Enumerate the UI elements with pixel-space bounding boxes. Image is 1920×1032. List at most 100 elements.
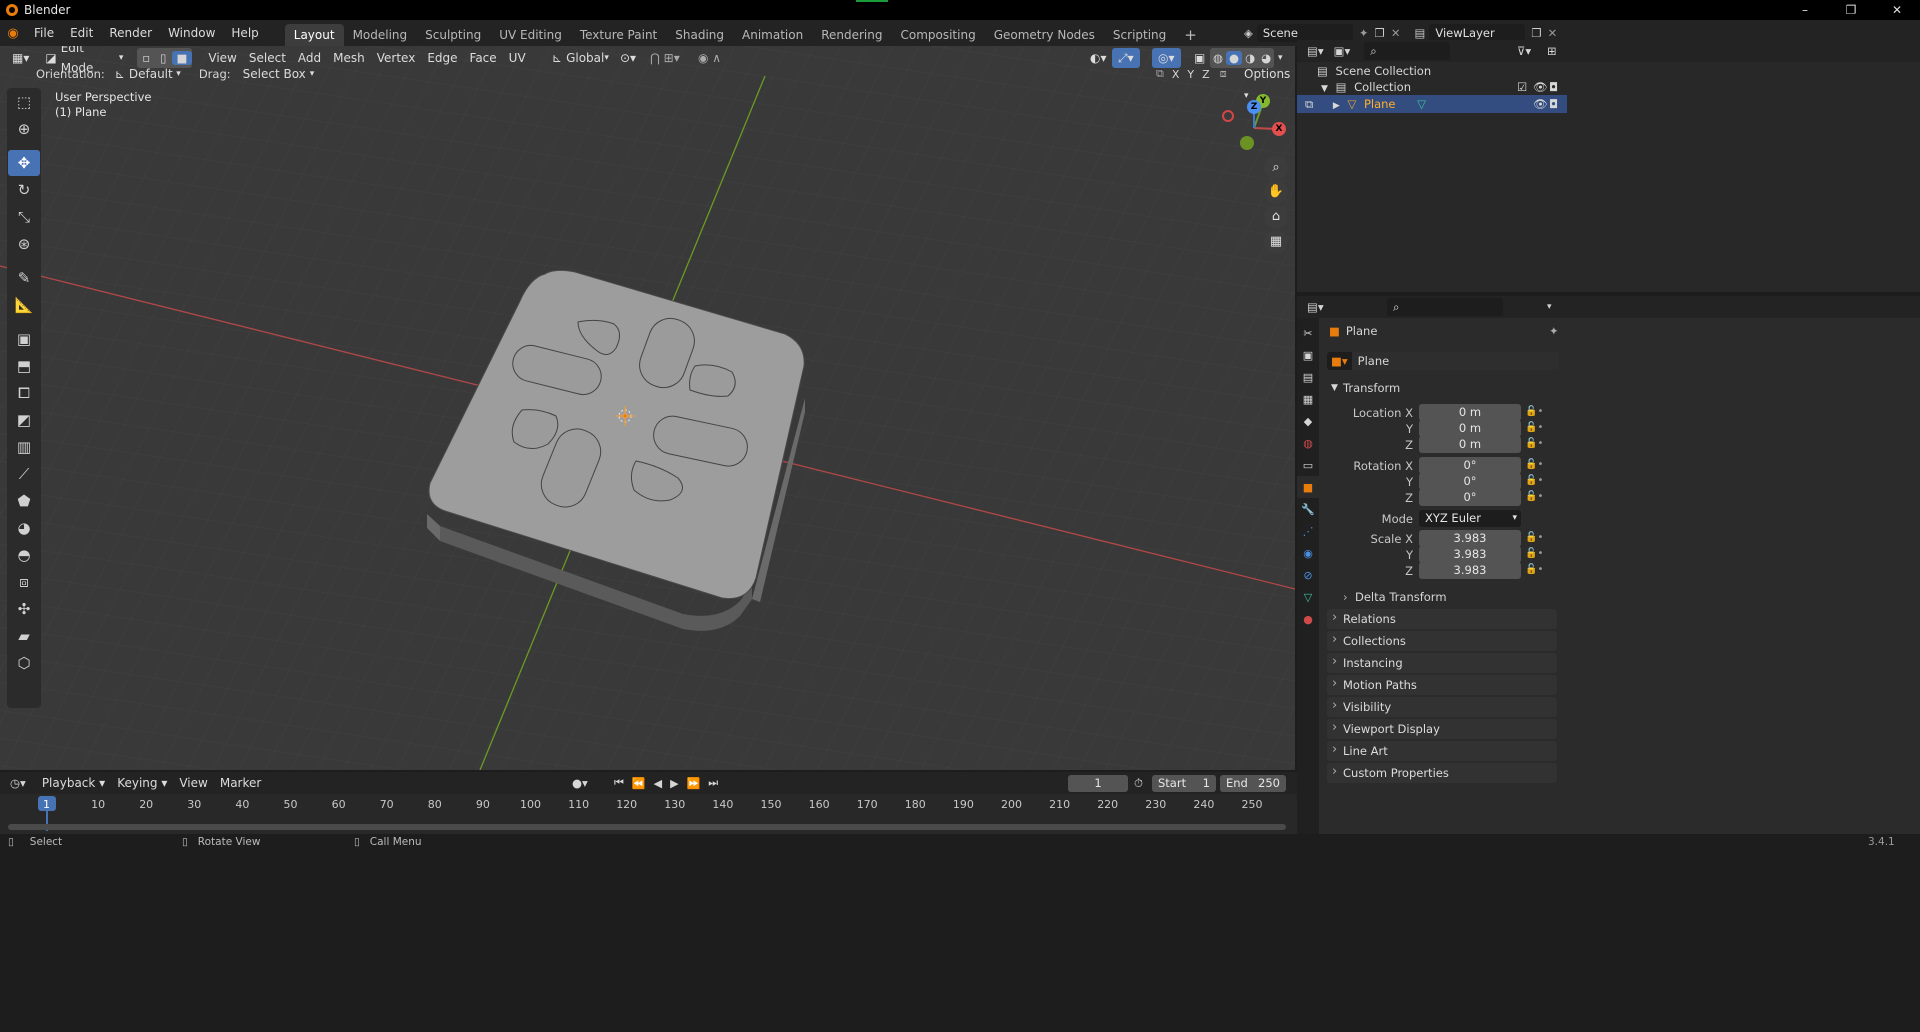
gizmo-x-icon[interactable]: X bbox=[1272, 122, 1286, 136]
eye-icon[interactable]: 👁 bbox=[1533, 78, 1548, 96]
menu-vertex[interactable]: Vertex bbox=[371, 48, 422, 68]
knife-tool-icon[interactable]: ⟋ bbox=[8, 461, 40, 487]
face-select-icon[interactable]: ■ bbox=[171, 51, 193, 65]
gizmo-neg-y-icon[interactable] bbox=[1240, 136, 1254, 150]
outliner-collection[interactable]: ▼ ▤ Collection ☑ 👁 ◘ bbox=[1297, 78, 1567, 96]
current-frame-field[interactable]: 1 bbox=[1068, 775, 1128, 792]
menu-mesh[interactable]: Mesh bbox=[327, 48, 371, 68]
location-x-field[interactable]: 0 m bbox=[1419, 404, 1521, 421]
editor-type-icon[interactable]: ▦▾ bbox=[6, 48, 35, 68]
lock-icon[interactable]: 🔓• bbox=[1525, 422, 1543, 433]
spin-tool-icon[interactable]: ◕ bbox=[8, 515, 40, 541]
tab-scripting[interactable]: Scripting bbox=[1104, 24, 1175, 46]
render-tab-icon[interactable]: ▣ bbox=[1297, 344, 1319, 366]
move-tool-icon[interactable]: ✥ bbox=[8, 150, 40, 176]
lock-icon[interactable]: 🔓• bbox=[1525, 475, 1543, 486]
material-tab-icon[interactable]: ● bbox=[1297, 608, 1319, 630]
loop-cut-tool-icon[interactable]: ▥ bbox=[8, 434, 40, 460]
lock-icon[interactable]: 🔓• bbox=[1525, 406, 1543, 417]
record-icon[interactable]: ●▾ bbox=[572, 776, 588, 790]
visibility-icon[interactable]: ◐▾ bbox=[1084, 48, 1113, 68]
scale-y-field[interactable]: 3.983 bbox=[1419, 546, 1521, 563]
proportional-edit-icon[interactable]: ◉ ∧ bbox=[692, 48, 727, 68]
tab-uv-editing[interactable]: UV Editing bbox=[490, 24, 571, 46]
play-icon[interactable]: ▶ bbox=[666, 777, 682, 790]
pan-hand-icon[interactable]: ✋ bbox=[1264, 180, 1288, 204]
checkbox-icon[interactable]: ☑ bbox=[1517, 78, 1527, 96]
panel-motion-paths[interactable]: Motion Paths bbox=[1327, 674, 1557, 695]
location-z-field[interactable]: 0 m bbox=[1419, 436, 1521, 453]
jump-key-forward-icon[interactable]: ⏩ bbox=[683, 777, 705, 790]
camera-icon[interactable]: ◘ bbox=[1549, 78, 1558, 96]
mesh-data-icon[interactable]: ▽ bbox=[1417, 97, 1426, 111]
outliner-search-input[interactable]: ⌕ bbox=[1364, 42, 1451, 60]
tab-rendering[interactable]: Rendering bbox=[812, 24, 891, 46]
edge-select-icon[interactable]: ▯ bbox=[155, 51, 171, 65]
shear-tool-icon[interactable]: ▰ bbox=[8, 623, 40, 649]
menu-playback[interactable]: Playback ▾ bbox=[36, 773, 111, 793]
jump-end-icon[interactable]: ⏭ bbox=[704, 776, 722, 790]
stopwatch-icon[interactable]: ⏱ bbox=[1134, 776, 1143, 791]
add-cube-tool-icon[interactable]: ▣ bbox=[8, 326, 40, 352]
inset-tool-icon[interactable]: ⧠ bbox=[8, 380, 40, 406]
menu-face[interactable]: Face bbox=[464, 48, 503, 68]
axis-z-toggle[interactable]: Z bbox=[1198, 68, 1214, 81]
chevron-down-icon[interactable]: ▾ bbox=[1547, 302, 1552, 312]
menu-timeline-view[interactable]: View bbox=[173, 773, 213, 793]
camera-icon[interactable]: ◘ bbox=[1549, 95, 1558, 113]
auto-merge-icon[interactable]: ⧈ bbox=[1220, 67, 1227, 81]
orientation-dropdown[interactable]: ⊾ Default ▾ bbox=[109, 64, 187, 84]
remove-scene-icon[interactable]: ✕ bbox=[1391, 26, 1401, 40]
start-frame-field[interactable]: Start 1 bbox=[1152, 775, 1216, 792]
measure-tool-icon[interactable]: 📐 bbox=[8, 292, 40, 318]
object-datablock-field[interactable]: ■▾ Plane bbox=[1327, 352, 1559, 370]
minimize-button[interactable]: – bbox=[1782, 0, 1828, 20]
outliner-plane[interactable]: ⧉ ▶ ▽ Plane ▽ 👁 ◘ bbox=[1297, 95, 1567, 113]
filter-icon[interactable]: ⊽▾ bbox=[1517, 44, 1531, 58]
tab-compositing[interactable]: Compositing bbox=[891, 24, 984, 46]
camera-view-icon[interactable]: ⌂ bbox=[1264, 205, 1288, 229]
panel-custom-properties[interactable]: Custom Properties bbox=[1327, 762, 1557, 783]
poly-build-tool-icon[interactable]: ⬟ bbox=[8, 488, 40, 514]
rotation-x-field[interactable]: 0° bbox=[1419, 457, 1521, 474]
new-collection-icon[interactable]: ⊞ bbox=[1547, 44, 1557, 58]
menu-edit[interactable]: Edit bbox=[62, 20, 101, 46]
axis-y-toggle[interactable]: Y bbox=[1183, 68, 1198, 81]
tab-sculpting[interactable]: Sculpting bbox=[416, 24, 490, 46]
eye-icon[interactable]: 👁 bbox=[1533, 95, 1548, 113]
lock-icon[interactable]: 🔓• bbox=[1525, 548, 1543, 559]
menu-keying[interactable]: Keying ▾ bbox=[111, 773, 173, 793]
output-tab-icon[interactable]: ▤ bbox=[1297, 366, 1319, 388]
tab-geometry-nodes[interactable]: Geometry Nodes bbox=[985, 24, 1104, 46]
mesh-mode-icon[interactable]: ⧉ bbox=[1305, 97, 1313, 111]
panel-viewport-display[interactable]: Viewport Display bbox=[1327, 718, 1557, 739]
new-scene-icon[interactable]: ❐ bbox=[1375, 26, 1385, 40]
scale-x-field[interactable]: 3.983 bbox=[1419, 530, 1521, 547]
add-workspace-button[interactable]: + bbox=[1175, 24, 1206, 46]
expand-arrow-icon[interactable]: ▶ bbox=[1333, 101, 1340, 111]
lock-icon[interactable]: 🔓• bbox=[1525, 564, 1543, 575]
select-box-tool-icon[interactable]: ⬚ bbox=[8, 89, 40, 115]
menu-render[interactable]: Render bbox=[101, 20, 160, 46]
data-tab-icon[interactable]: ▽ bbox=[1297, 586, 1319, 608]
scene-icon[interactable]: ◈ bbox=[1244, 26, 1253, 40]
expand-arrow-icon[interactable]: ▼ bbox=[1321, 84, 1328, 94]
scale-z-field[interactable]: 3.983 bbox=[1419, 562, 1521, 579]
bevel-tool-icon[interactable]: ◩ bbox=[8, 407, 40, 433]
blender-menu-icon[interactable]: ◉ bbox=[0, 26, 26, 41]
rotation-y-field[interactable]: 0° bbox=[1419, 473, 1521, 490]
3d-viewport[interactable]: ▦▾ ◪ Edit Mode ▾ ▫ ▯ ■ View Select Add M… bbox=[0, 46, 1295, 770]
jump-start-icon[interactable]: ⏮ bbox=[610, 776, 628, 790]
tab-shading[interactable]: Shading bbox=[666, 24, 733, 46]
outliner-editor-icon[interactable]: ▤▾ bbox=[1307, 44, 1324, 58]
rotation-mode-dropdown[interactable]: XYZ Euler ▾ bbox=[1419, 510, 1521, 527]
scale-tool-icon[interactable]: ⤡ bbox=[8, 204, 40, 230]
lock-icon[interactable]: 🔓• bbox=[1525, 438, 1543, 449]
solid-shading-icon[interactable]: ● bbox=[1226, 51, 1243, 65]
pivot-point-icon[interactable]: ⊙▾ bbox=[614, 48, 642, 68]
panel-collections[interactable]: Collections bbox=[1327, 630, 1557, 651]
wireframe-shading-icon[interactable]: ◍ bbox=[1210, 51, 1226, 65]
viewlayer-icon[interactable]: ▤ bbox=[1414, 26, 1425, 40]
tab-texture-paint[interactable]: Texture Paint bbox=[571, 24, 666, 46]
extrude-tool-icon[interactable]: ⬒ bbox=[8, 353, 40, 379]
